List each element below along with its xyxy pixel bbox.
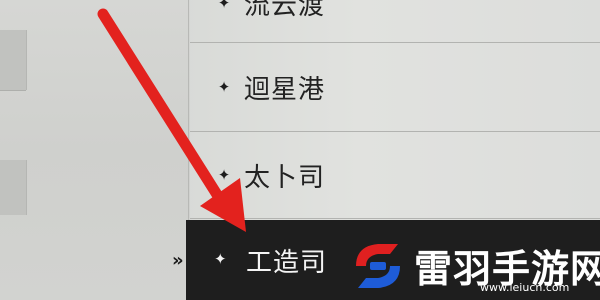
left-panel-block	[0, 30, 27, 90]
left-panel	[0, 0, 190, 300]
menu-item-huixinggang[interactable]: ✦ 迴星港	[190, 44, 600, 130]
menu-item-label: 太卜司	[244, 162, 326, 193]
watermark-url: www.leiucn.com	[480, 281, 570, 294]
menu-separator	[190, 42, 600, 43]
selection-indicator-icon: »	[172, 250, 184, 271]
brand-logo-icon	[356, 244, 400, 288]
left-panel-divider	[0, 90, 26, 91]
panel-divider	[188, 0, 189, 220]
star-icon: ✦	[217, 78, 231, 96]
menu-item-label: 流云渡	[244, 0, 326, 21]
menu-item-taibusi[interactable]: ✦ 太卜司	[190, 132, 600, 218]
menu-item-label: 迴星港	[244, 74, 326, 105]
menu-separator	[190, 218, 600, 219]
menu-item-label: 工造司	[246, 248, 328, 278]
star-icon: ✦	[217, 0, 231, 12]
menu-item-liuyundu[interactable]: ✦ 流云渡	[190, 0, 600, 46]
watermark-logo: 雷羽手游网 www.leiucn.com	[350, 236, 600, 298]
star-icon: ✦	[217, 166, 231, 184]
left-panel-block	[0, 160, 27, 215]
star-icon: ✦	[214, 250, 227, 268]
